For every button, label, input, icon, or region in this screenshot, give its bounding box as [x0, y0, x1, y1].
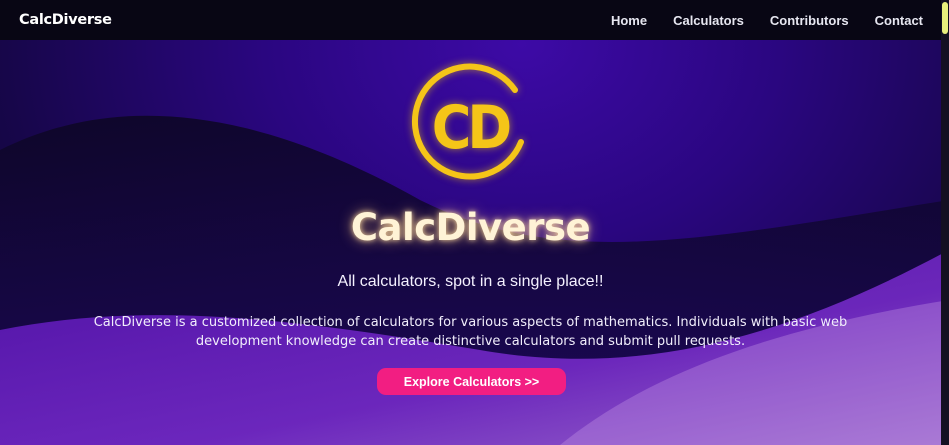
top-navbar: CalcDiverse Home Calculators Contributor…: [0, 0, 941, 40]
nav-contributors-link[interactable]: Contributors: [770, 13, 849, 28]
nav-links: Home Calculators Contributors Contact: [611, 13, 923, 28]
nav-contact-link[interactable]: Contact: [875, 13, 923, 28]
page-scrollbar[interactable]: [941, 0, 949, 445]
nav-calculators-link[interactable]: Calculators: [673, 13, 744, 28]
hero-section: CD CalcDiverse All calculators, spot in …: [0, 40, 941, 445]
hero-title: CalcDiverse: [350, 206, 591, 249]
nav-home-link[interactable]: Home: [611, 13, 647, 28]
scroll-thumb[interactable]: [942, 2, 948, 34]
brand-link[interactable]: CalcDiverse: [19, 12, 112, 28]
hero-description: CalcDiverse is a customized collection o…: [93, 315, 848, 349]
hero-tagline: All calculators, spot in a single place!…: [337, 273, 604, 290]
explore-calculators-button[interactable]: Explore Calculators >>: [377, 368, 566, 395]
calcdiverse-logo: CD: [409, 62, 531, 188]
logo-text: CD: [432, 93, 511, 163]
